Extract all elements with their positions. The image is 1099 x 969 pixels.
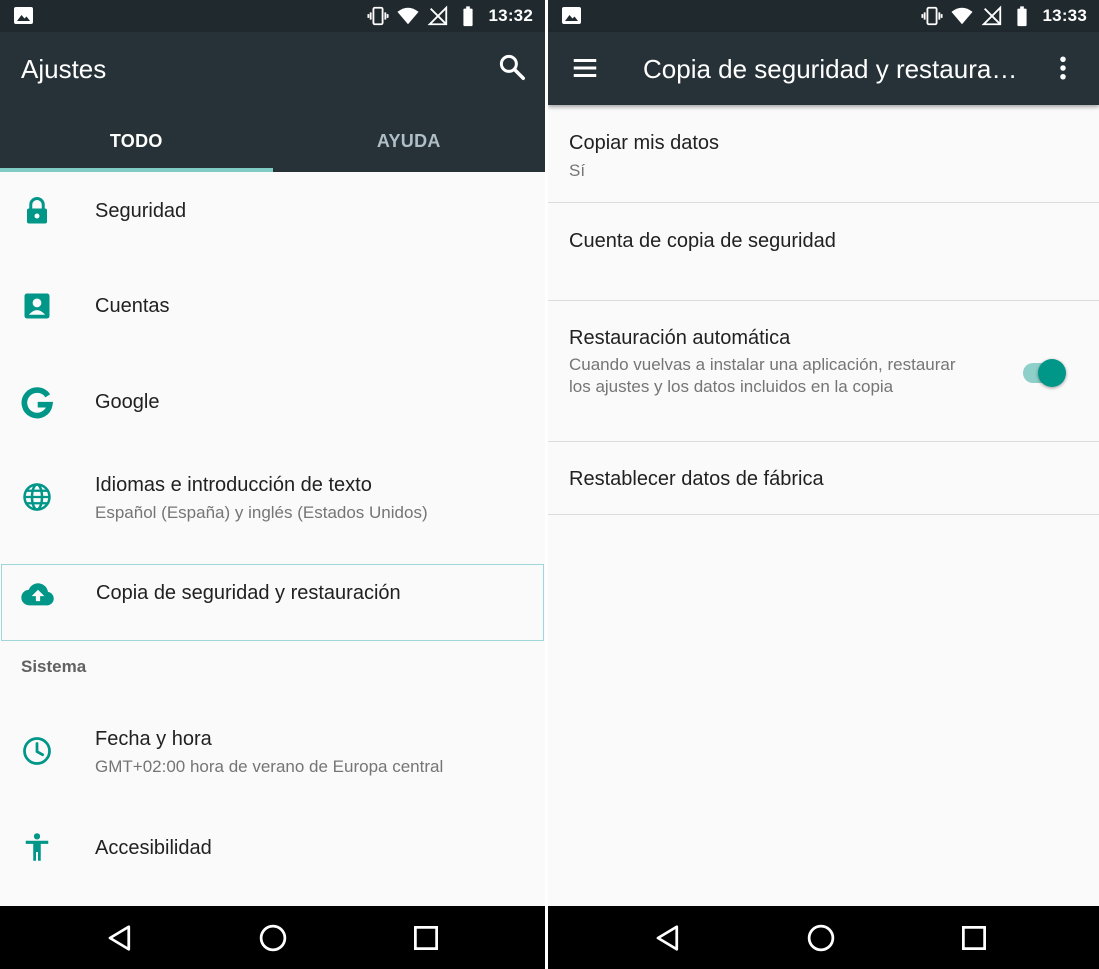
- no-signal-icon: [981, 5, 1001, 26]
- page-title: Copia de seguridad y restauración: [643, 54, 1023, 84]
- navigation-bar: [548, 906, 1099, 969]
- settings-item-label: Copia de seguridad y restauración: [96, 582, 401, 604]
- recents-icon[interactable]: [411, 923, 441, 953]
- cloud-upload-icon: [21, 583, 54, 606]
- settings-item-label: Google: [95, 391, 160, 413]
- pref-title: Cuenta de copia de seguridad: [569, 230, 836, 252]
- pref-backup-account[interactable]: Cuenta de copia de seguridad: [548, 203, 1099, 301]
- settings-item-date-time[interactable]: Fecha y hora GMT+02:00 hora de verano de…: [0, 705, 545, 812]
- status-bar: 13:32: [0, 0, 545, 32]
- settings-item-label: Cuentas: [95, 295, 170, 317]
- app-bar: Copia de seguridad y restauración: [548, 32, 1099, 105]
- google-icon: [21, 387, 54, 419]
- settings-item-google[interactable]: Google: [0, 362, 545, 457]
- pref-subtitle: Sí: [569, 161, 586, 180]
- search-icon[interactable]: [497, 52, 527, 82]
- gallery-notification-icon: [562, 7, 581, 24]
- accessibility-icon: [25, 833, 49, 861]
- settings-item-label: Seguridad: [95, 200, 187, 222]
- pref-title: Restauración automática: [569, 327, 791, 349]
- lock-icon: [27, 197, 47, 224]
- settings-item-languages[interactable]: Idiomas e introducción de texto Español …: [0, 457, 545, 564]
- home-icon[interactable]: [258, 923, 288, 953]
- settings-item-subtitle: Español (España) y inglés (Estados Unido…: [95, 503, 428, 522]
- globe-icon: [23, 483, 51, 511]
- tab-ayuda[interactable]: AYUDA: [273, 109, 546, 172]
- tab-todo[interactable]: TODO: [0, 109, 273, 172]
- vibrate-icon: [920, 6, 943, 26]
- no-signal-icon: [427, 5, 447, 26]
- wifi-icon: [950, 7, 973, 25]
- tab-todo-label: TODO: [109, 131, 163, 151]
- status-time: 13:32: [488, 6, 533, 25]
- settings-item-security[interactable]: Seguridad: [0, 172, 545, 267]
- settings-item-backup[interactable]: Copia de seguridad y restauración: [1, 564, 544, 641]
- pref-title: Copiar mis datos: [569, 132, 720, 154]
- status-time: 13:33: [1042, 6, 1087, 25]
- wifi-icon: [396, 7, 419, 25]
- pref-title: Restablecer datos de fábrica: [569, 468, 824, 490]
- menu-icon[interactable]: [570, 53, 600, 83]
- pref-factory-reset[interactable]: Restablecer datos de fábrica: [548, 442, 1099, 515]
- account-box-icon: [24, 293, 50, 319]
- pref-automatic-restore[interactable]: Restauración automática Cuando vuelvas a…: [548, 301, 1099, 442]
- app-bar: Ajustes TODO AYUDA: [0, 32, 545, 172]
- battery-icon: [1016, 6, 1027, 27]
- navigation-bar: [0, 906, 545, 969]
- settings-item-label: Fecha y hora: [95, 728, 212, 750]
- more-vert-icon[interactable]: [1048, 53, 1078, 83]
- settings-screen: 13:32 Ajustes TODO AYUDA Seguridad Cuent…: [0, 0, 545, 969]
- page-title: Ajustes: [21, 54, 107, 84]
- tab-bar: TODO AYUDA: [0, 109, 545, 172]
- settings-item-accounts[interactable]: Cuentas: [0, 267, 545, 362]
- auto-restore-switch-thumb[interactable]: [1038, 359, 1066, 387]
- tab-ayuda-label: AYUDA: [376, 131, 441, 151]
- back-icon[interactable]: [105, 923, 135, 953]
- clock-icon: [23, 737, 51, 765]
- status-bar: 13:33: [548, 0, 1099, 32]
- section-header-system: Sistema: [21, 657, 87, 676]
- settings-item-label: Accesibilidad: [95, 837, 212, 859]
- home-icon[interactable]: [806, 923, 836, 953]
- gallery-notification-icon: [14, 7, 33, 24]
- battery-icon: [462, 6, 473, 27]
- backup-restore-screen: 13:33 Copia de seguridad y restauración …: [548, 0, 1099, 969]
- vibrate-icon: [366, 6, 389, 26]
- settings-item-label: Idiomas e introducción de texto: [95, 474, 372, 496]
- pref-backup-my-data[interactable]: Copiar mis datos Sí: [548, 105, 1099, 203]
- settings-item-accessibility[interactable]: Accesibilidad: [0, 812, 545, 906]
- pref-subtitle: Cuando vuelvas a instalar una aplicación…: [569, 355, 956, 396]
- back-icon[interactable]: [653, 923, 683, 953]
- recents-icon[interactable]: [959, 923, 989, 953]
- settings-item-subtitle: GMT+02:00 hora de verano de Europa centr…: [95, 757, 444, 776]
